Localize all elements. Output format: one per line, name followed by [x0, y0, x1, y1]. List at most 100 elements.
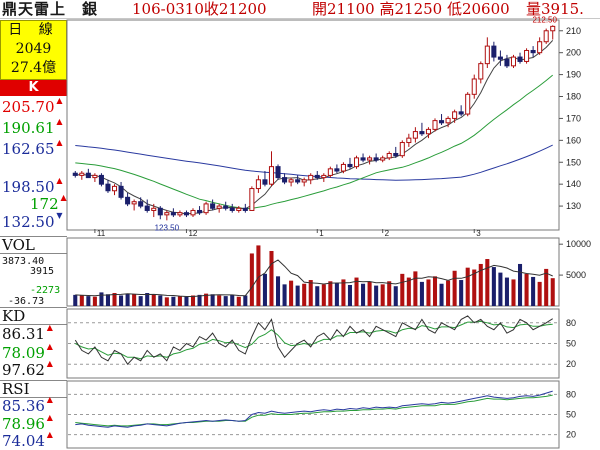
- volume-bar: [367, 281, 372, 306]
- volume-bar: [472, 269, 477, 306]
- volume-bar: [171, 296, 176, 306]
- candle-body: [157, 207, 163, 216]
- volume-bar: [347, 284, 353, 306]
- volume-bar: [125, 293, 130, 306]
- candle-body: [432, 120, 438, 130]
- vol-axis-label: 5000: [566, 270, 586, 280]
- high-marker: 212.50: [532, 15, 557, 24]
- k-axis-label: 130: [566, 201, 581, 211]
- candle-body: [210, 203, 216, 209]
- volume-bar: [544, 268, 549, 306]
- candle-body: [118, 185, 124, 198]
- month-label: 12: [188, 229, 197, 238]
- candle-body: [458, 111, 464, 115]
- volume-bar: [511, 279, 516, 306]
- volume-bar: [328, 281, 333, 306]
- stock-chart-canvas[interactable]: 210200190180170160150140130212.50123.501…: [0, 0, 600, 450]
- kd-axis-label: 50: [566, 339, 576, 349]
- volume-bar: [177, 296, 182, 306]
- candle-body: [105, 183, 111, 192]
- kd-axis-label: 20: [566, 359, 576, 369]
- candle-body: [491, 45, 497, 58]
- k-axis-label: 200: [566, 48, 581, 58]
- candle-body: [314, 174, 320, 179]
- volume-bar: [92, 296, 97, 306]
- candle-body: [380, 157, 386, 161]
- vol-panel-frame: [66, 237, 560, 307]
- candle-body: [216, 205, 222, 209]
- volume-bar: [334, 283, 339, 306]
- volume-bar: [413, 271, 418, 306]
- volume-bar: [119, 295, 124, 306]
- candle-body: [190, 209, 196, 216]
- candle-body: [393, 152, 399, 157]
- volume-bar: [459, 280, 464, 306]
- candle-body: [360, 157, 366, 161]
- ma-mid-line: [75, 74, 554, 210]
- vol-axis-label: 10000: [566, 239, 591, 249]
- volume-bar: [210, 294, 215, 306]
- candle-body: [517, 56, 523, 62]
- volume-bar: [452, 270, 457, 306]
- candle-body: [419, 131, 425, 135]
- volume-bar: [504, 277, 509, 306]
- candle-body: [268, 166, 275, 185]
- volume-bar: [387, 281, 392, 306]
- k-axis-label: 140: [566, 179, 581, 189]
- candle-body: [471, 78, 477, 95]
- volume-bar: [132, 294, 137, 306]
- candle-body: [144, 205, 150, 211]
- candle-body: [327, 168, 333, 176]
- volume-bar: [315, 286, 320, 306]
- k-axis-label: 160: [566, 135, 581, 145]
- candle-body: [79, 172, 85, 176]
- volume-bar: [419, 281, 424, 306]
- candle-body: [92, 174, 98, 179]
- volume-bar: [295, 285, 300, 306]
- volume-bar: [262, 273, 267, 306]
- volume-bar: [321, 284, 326, 306]
- volume-bar: [361, 283, 366, 306]
- volume-bar: [289, 280, 294, 306]
- candle-body: [197, 209, 203, 214]
- candle-body: [242, 207, 248, 211]
- candle-body: [340, 163, 346, 172]
- candle-body: [425, 128, 431, 135]
- volume-bar: [550, 278, 555, 306]
- candle-body: [275, 166, 281, 179]
- candle-body: [530, 49, 536, 54]
- candle-body: [125, 196, 131, 205]
- candle-body: [452, 111, 458, 119]
- candle-body: [399, 142, 405, 157]
- volume-bar: [439, 283, 444, 306]
- volume-bar: [86, 296, 91, 306]
- volume-bar: [374, 285, 379, 306]
- volume-bar: [498, 272, 503, 306]
- volume-bar: [282, 284, 287, 306]
- candle-body: [373, 157, 379, 161]
- candle-body: [288, 179, 294, 183]
- volume-bar: [406, 277, 411, 306]
- candle-body: [504, 58, 510, 67]
- k-axis-label: 150: [566, 157, 581, 167]
- volume-bar: [230, 294, 235, 306]
- candle-body: [308, 174, 314, 181]
- low-marker: 123.50: [155, 223, 180, 232]
- volume-bar: [308, 280, 313, 306]
- candle-body: [249, 188, 255, 211]
- rsi-axis-label: 50: [566, 410, 576, 420]
- volume-bar: [158, 295, 163, 306]
- volume-bar: [517, 263, 523, 306]
- volume-bar: [164, 297, 169, 306]
- candle-body: [353, 157, 360, 168]
- volume-bar: [491, 267, 496, 306]
- candle-body: [164, 212, 170, 216]
- candle-body: [321, 174, 327, 179]
- volume-bar: [184, 296, 189, 306]
- volume-bar: [217, 295, 222, 306]
- volume-bar: [400, 273, 405, 306]
- volume-bar: [151, 294, 156, 306]
- rsi-axis-label: 80: [566, 389, 576, 399]
- month-label: 1: [319, 229, 324, 238]
- ma-long-line: [75, 144, 553, 181]
